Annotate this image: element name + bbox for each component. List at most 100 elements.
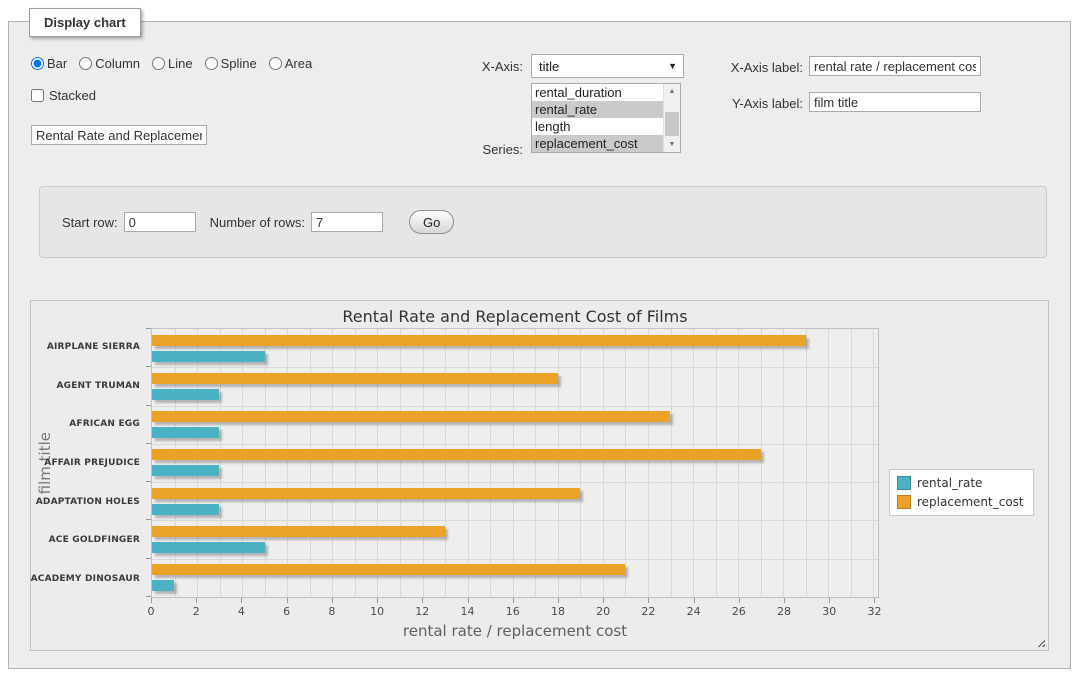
y-tick-mark (146, 443, 151, 444)
x-tick-label: 6 (283, 605, 290, 618)
radio-spline[interactable] (205, 57, 218, 70)
bar-rental_rate (152, 580, 174, 591)
x-tick-label: 22 (641, 605, 655, 618)
start-row-input[interactable] (124, 212, 196, 232)
chart-type-option-column[interactable]: Column (79, 56, 140, 71)
x-tick-label: 10 (370, 605, 384, 618)
x-tick-mark (829, 598, 830, 603)
y-category-label: ACADEMY DINOSAUR (33, 559, 145, 598)
x-tick-label: 30 (822, 605, 836, 618)
chart-legend: rental_ratereplacement_cost (889, 469, 1034, 516)
x-axis-label-caption: X-Axis label: (697, 60, 803, 75)
x-tick-label: 0 (148, 605, 155, 618)
series-option-length[interactable]: length (532, 118, 663, 135)
go-button[interactable]: Go (409, 210, 454, 234)
stacked-checkbox-row[interactable]: Stacked (31, 88, 96, 103)
x-tick-label: 24 (687, 605, 701, 618)
series-option-rental_rate[interactable]: rental_rate (532, 101, 663, 118)
x-tick-mark (422, 598, 423, 603)
radio-area[interactable] (269, 57, 282, 70)
x-tick-mark (784, 598, 785, 603)
y-category-label: AGENT TRUMAN (33, 367, 145, 406)
y-tick-mark (146, 519, 151, 520)
radio-line[interactable] (152, 57, 165, 70)
x-axis-selected-value: title (539, 59, 559, 74)
series-option-replacement_cost[interactable]: replacement_cost (532, 135, 663, 152)
chart-title: Rental Rate and Replacement Cost of Film… (151, 307, 879, 326)
stacked-checkbox[interactable] (31, 89, 44, 102)
chart-type-option-area[interactable]: Area (269, 56, 312, 71)
stacked-label: Stacked (49, 88, 96, 103)
bar-replacement_cost (152, 488, 580, 499)
y-axis-label-input[interactable] (809, 92, 981, 112)
bar-group (152, 367, 878, 405)
x-tick-mark (694, 598, 695, 603)
y-tick-mark (146, 328, 151, 329)
display-chart-panel: Display chart BarColumnLineSplineArea St… (8, 21, 1071, 669)
radio-bar[interactable] (31, 57, 44, 70)
y-tick-mark (146, 405, 151, 406)
x-axis-select[interactable]: title ▼ (531, 54, 684, 78)
radio-label: Line (168, 56, 193, 71)
bar-replacement_cost (152, 373, 558, 384)
chart-type-option-bar[interactable]: Bar (31, 56, 67, 71)
radio-label: Spline (221, 56, 257, 71)
x-tick-label: 28 (777, 605, 791, 618)
x-tick-label: 12 (415, 605, 429, 618)
legend-item-replacement_cost: replacement_cost (897, 495, 1024, 509)
x-tick-label: 14 (461, 605, 475, 618)
x-tick-label: 20 (596, 605, 610, 618)
x-tick-mark (196, 598, 197, 603)
x-axis-select-label: X-Axis: (419, 59, 523, 74)
num-rows-input[interactable] (311, 212, 383, 232)
radio-label: Column (95, 56, 140, 71)
resize-grip-icon[interactable] (1035, 637, 1045, 647)
y-tick-mark (146, 558, 151, 559)
scroll-up-icon[interactable]: ▲ (664, 84, 680, 99)
y-category-label: AFFAIR PREJUDICE (33, 444, 145, 483)
x-tick-mark (874, 598, 875, 603)
chart-container: Rental Rate and Replacement Cost of Film… (30, 300, 1049, 651)
chart-type-option-line[interactable]: Line (152, 56, 193, 71)
bar-rental_rate (152, 504, 219, 515)
x-tick-mark (739, 598, 740, 603)
x-tick-mark (468, 598, 469, 603)
x-tick-label: 4 (238, 605, 245, 618)
bar-rental_rate (152, 389, 219, 400)
y-category-label: AFRICAN EGG (33, 405, 145, 444)
chart-title-input[interactable] (31, 125, 207, 145)
num-rows-label: Number of rows: (210, 215, 305, 230)
bar-group (152, 520, 878, 558)
bar-group (152, 444, 878, 482)
x-axis-title: rental rate / replacement cost (151, 622, 879, 640)
scroll-down-icon[interactable]: ▼ (664, 137, 680, 152)
bar-group (152, 559, 878, 597)
radio-column[interactable] (79, 57, 92, 70)
bar-rental_rate (152, 465, 219, 476)
bar-replacement_cost (152, 564, 625, 575)
x-tick-mark (558, 598, 559, 603)
listbox-scrollbar[interactable]: ▲ ▼ (663, 84, 680, 152)
y-tick-mark (146, 366, 151, 367)
series-option-rental_duration[interactable]: rental_duration (532, 84, 663, 101)
chart-type-option-spline[interactable]: Spline (205, 56, 257, 71)
row-range-panel: Start row: Number of rows: Go (39, 186, 1047, 258)
bar-replacement_cost (152, 335, 806, 346)
bar-group (152, 482, 878, 520)
bar-group (152, 406, 878, 444)
x-tick-mark (151, 598, 152, 603)
x-axis-label-input[interactable] (809, 56, 981, 76)
x-tick-mark (648, 598, 649, 603)
series-listbox[interactable]: rental_durationrental_ratelengthreplacem… (531, 83, 681, 153)
bar-replacement_cost (152, 411, 670, 422)
x-tick-mark (332, 598, 333, 603)
scrollbar-thumb[interactable] (665, 112, 679, 136)
x-tick-mark (287, 598, 288, 603)
bar-replacement_cost (152, 449, 761, 460)
y-category-label: ACE GOLDFINGER (33, 521, 145, 560)
radio-label: Area (285, 56, 312, 71)
y-axis-label-caption: Y-Axis label: (697, 96, 803, 111)
bar-rental_rate (152, 427, 219, 438)
x-tick-mark (241, 598, 242, 603)
x-tick-label: 8 (328, 605, 335, 618)
